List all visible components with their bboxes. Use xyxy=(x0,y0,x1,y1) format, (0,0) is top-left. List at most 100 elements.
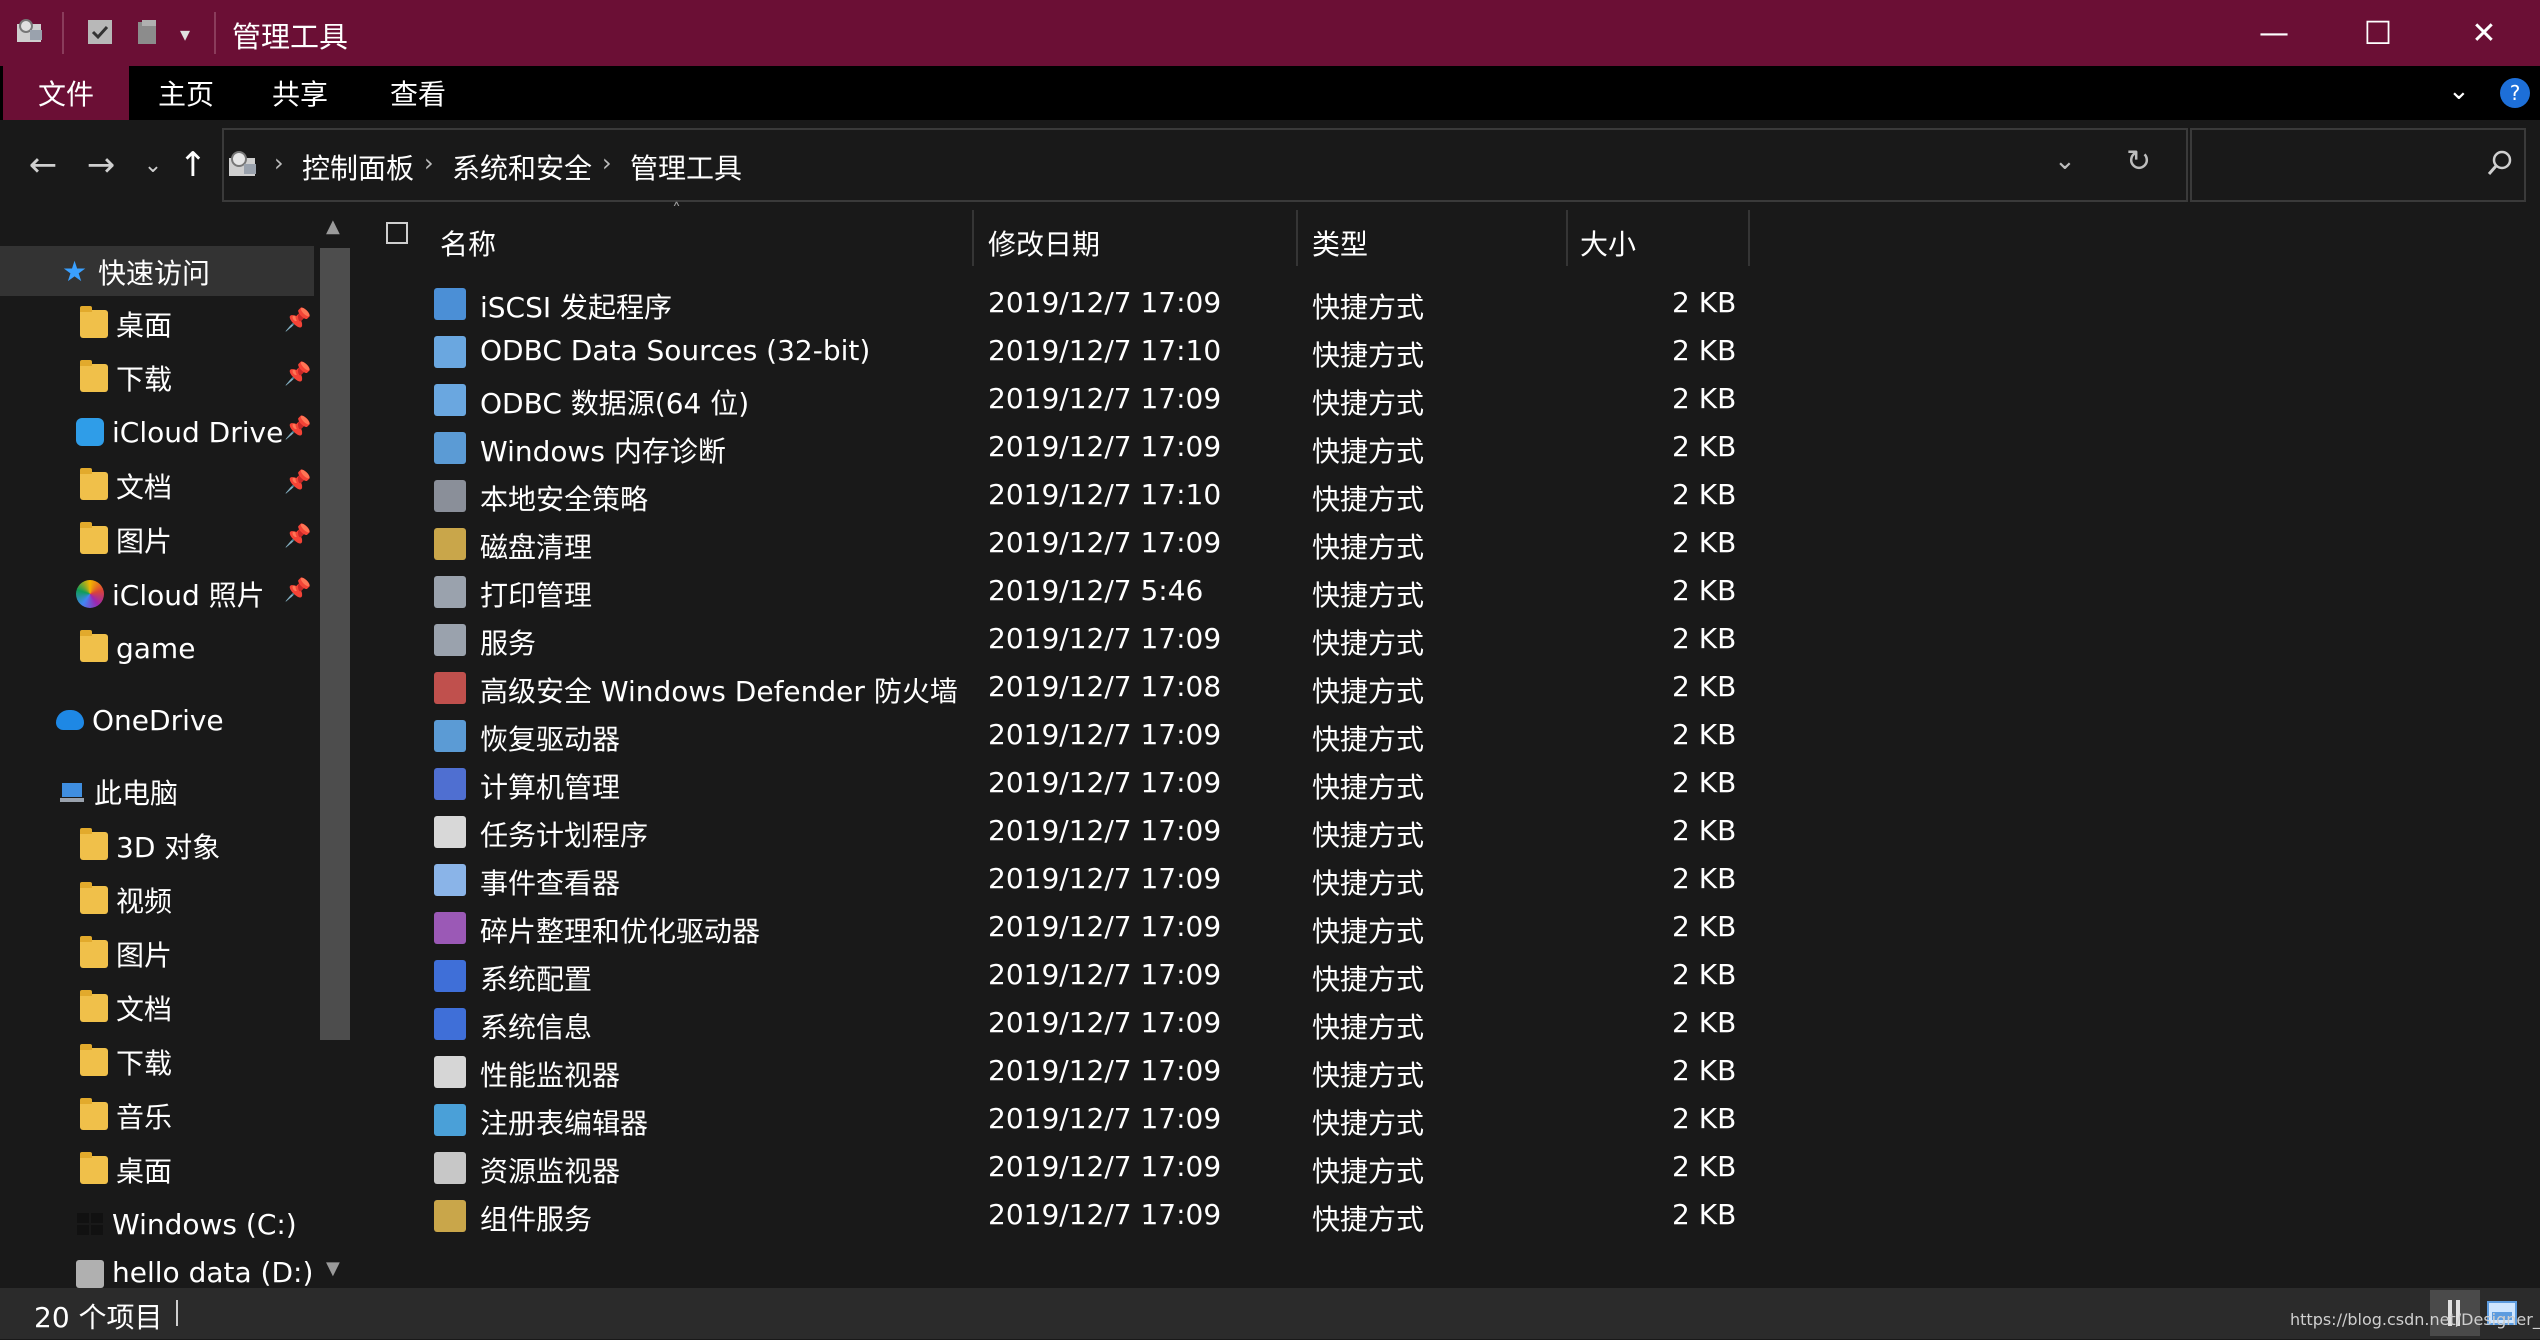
column-header-type[interactable]: 类型 xyxy=(1312,218,1562,268)
file-row[interactable]: 碎片整理和优化驱动器 2019/12/7 17:09 快捷方式 2 KB xyxy=(420,904,1750,952)
maximize-button[interactable]: ☐ xyxy=(2326,0,2430,66)
expand-ribbon-chevron-icon[interactable]: ⌄ xyxy=(2448,76,2470,106)
file-modified: 2019/12/7 17:09 xyxy=(988,958,1222,991)
file-type: 快捷方式 xyxy=(1312,723,1425,756)
search-box[interactable] xyxy=(2190,128,2526,202)
file-size: 2 KB xyxy=(1672,478,1737,511)
file-size: 2 KB xyxy=(1672,718,1737,751)
column-divider[interactable] xyxy=(972,210,974,266)
clock-icon xyxy=(434,816,466,848)
nav-item-pictures-pc[interactable]: 图片 xyxy=(80,928,172,980)
file-type: 快捷方式 xyxy=(1312,627,1425,660)
select-all-checkbox[interactable] xyxy=(386,222,408,244)
nav-item-documents[interactable]: 文档 xyxy=(80,460,172,512)
file-row[interactable]: 系统配置 2019/12/7 17:09 快捷方式 2 KB xyxy=(420,952,1750,1000)
file-row[interactable]: 本地安全策略 2019/12/7 17:10 快捷方式 2 KB xyxy=(420,472,1750,520)
file-row[interactable]: 事件查看器 2019/12/7 17:09 快捷方式 2 KB xyxy=(420,856,1750,904)
file-name: iSCSI 发起程序 xyxy=(480,291,673,324)
column-divider[interactable] xyxy=(1566,210,1568,266)
help-button[interactable]: ? xyxy=(2500,78,2530,108)
nav-item-game[interactable]: game xyxy=(80,622,195,674)
file-row[interactable]: 打印管理 2019/12/7 5:46 快捷方式 2 KB xyxy=(420,568,1750,616)
file-type: 快捷方式 xyxy=(1312,915,1425,948)
pin-icon[interactable]: 📌 xyxy=(284,362,311,387)
nav-item-desktop[interactable]: 桌面 xyxy=(80,298,172,350)
pin-icon[interactable]: 📌 xyxy=(284,470,311,495)
folder-icon xyxy=(80,936,108,968)
control-panel-location-icon xyxy=(226,148,260,182)
customize-toolbar-chevron-icon[interactable]: ▾ xyxy=(180,22,190,46)
nav-item-downloads[interactable]: 下载 xyxy=(80,352,172,404)
system-info-icon xyxy=(434,1008,466,1040)
arrow-left-icon: ← xyxy=(28,145,58,185)
maximize-icon: ☐ xyxy=(2363,14,2393,52)
file-size: 2 KB xyxy=(1672,286,1737,319)
minimize-button[interactable]: — xyxy=(2222,0,2326,66)
pin-icon[interactable]: 📌 xyxy=(284,524,311,549)
watermark-text: https://blog.csdn.net/Designer_2u xyxy=(2290,1310,2540,1329)
scroll-up-arrow-icon[interactable]: ▲ xyxy=(326,216,340,237)
nav-item-label: 桌面 xyxy=(116,1155,173,1188)
pin-icon[interactable]: 📌 xyxy=(284,578,311,603)
file-size: 2 KB xyxy=(1672,958,1737,991)
nav-item-music[interactable]: 音乐 xyxy=(80,1090,172,1142)
nav-item-documents-pc[interactable]: 文档 xyxy=(80,982,172,1034)
up-button[interactable]: ↑ xyxy=(168,138,218,192)
file-row[interactable]: Windows 内存诊断 2019/12/7 17:09 快捷方式 2 KB xyxy=(420,424,1750,472)
nav-quick-access[interactable]: ★ 快速访问 xyxy=(62,246,210,298)
tab-home[interactable]: 主页 xyxy=(136,66,236,120)
file-row[interactable]: 恢复驱动器 2019/12/7 17:09 快捷方式 2 KB xyxy=(420,712,1750,760)
file-row[interactable]: 高级安全 Windows Defender 防火墙 2019/12/7 17:08… xyxy=(420,664,1750,712)
close-button[interactable]: ✕ xyxy=(2432,0,2536,66)
forward-button[interactable]: → xyxy=(76,138,126,192)
file-row[interactable]: ODBC Data Sources (32-bit) 2019/12/7 17:1… xyxy=(420,328,1750,376)
pin-icon[interactable]: 📌 xyxy=(284,416,311,441)
file-row[interactable]: 服务 2019/12/7 17:09 快捷方式 2 KB xyxy=(420,616,1750,664)
address-history-chevron-icon[interactable]: ⌄ xyxy=(2054,146,2076,176)
nav-item-icloud-photos[interactable]: iCloud 照片 xyxy=(76,568,265,620)
file-row[interactable]: 任务计划程序 2019/12/7 17:09 快捷方式 2 KB xyxy=(420,808,1750,856)
file-row[interactable]: iSCSI 发起程序 2019/12/7 17:09 快捷方式 2 KB xyxy=(420,280,1750,328)
file-row[interactable]: 磁盘清理 2019/12/7 17:09 快捷方式 2 KB xyxy=(420,520,1750,568)
nav-item-icloud-drive[interactable]: iCloud Drive xyxy=(76,406,283,458)
column-divider[interactable] xyxy=(1748,210,1750,266)
column-header-name[interactable]: 名称 xyxy=(440,218,970,268)
file-row[interactable]: 组件服务 2019/12/7 17:09 快捷方式 2 KB xyxy=(420,1192,1750,1240)
tab-view[interactable]: 查看 xyxy=(368,66,468,120)
disk-cleanup-icon xyxy=(434,528,466,560)
column-divider[interactable] xyxy=(1296,210,1298,266)
search-input[interactable] xyxy=(2200,142,2464,188)
nav-item-pictures[interactable]: 图片 xyxy=(80,514,172,566)
file-row[interactable]: 性能监视器 2019/12/7 17:09 快捷方式 2 KB xyxy=(420,1048,1750,1096)
search-icon[interactable] xyxy=(2486,148,2516,178)
file-row[interactable]: 计算机管理 2019/12/7 17:09 快捷方式 2 KB xyxy=(420,760,1750,808)
scroll-down-arrow-icon[interactable]: ▼ xyxy=(326,1258,340,1279)
column-header-modified[interactable]: 修改日期 xyxy=(988,218,1288,268)
nav-this-pc[interactable]: 此电脑 xyxy=(58,766,178,818)
file-row[interactable]: ODBC 数据源(64 位) 2019/12/7 17:09 快捷方式 2 KB xyxy=(420,376,1750,424)
star-icon: ★ xyxy=(62,255,88,288)
file-row[interactable]: 资源监视器 2019/12/7 17:09 快捷方式 2 KB xyxy=(420,1144,1750,1192)
back-button[interactable]: ← xyxy=(18,138,68,192)
nav-scrollbar-thumb[interactable] xyxy=(320,248,350,1040)
new-folder-icon[interactable] xyxy=(132,16,164,48)
nav-item-downloads-pc[interactable]: 下载 xyxy=(80,1036,172,1088)
file-row[interactable]: 系统信息 2019/12/7 17:09 快捷方式 2 KB xyxy=(420,1000,1750,1048)
breadcrumb-control-panel[interactable]: 控制面板 xyxy=(302,147,414,187)
nav-item-videos[interactable]: 视频 xyxy=(80,874,172,926)
properties-icon[interactable] xyxy=(84,16,116,48)
tab-file[interactable]: 文件 xyxy=(3,66,129,120)
control-panel-icon[interactable] xyxy=(14,16,46,48)
nav-onedrive[interactable]: OneDrive xyxy=(56,694,224,746)
nav-item-drive-d[interactable]: hello data (D:) xyxy=(76,1252,313,1288)
tab-share[interactable]: 共享 xyxy=(250,66,350,120)
nav-item-3d-objects[interactable]: 3D 对象 xyxy=(80,820,220,872)
column-header-size[interactable]: 大小 xyxy=(1580,218,1740,268)
nav-item-desktop-pc[interactable]: 桌面 xyxy=(80,1144,172,1196)
breadcrumb-system-security[interactable]: 系统和安全 xyxy=(452,147,592,187)
pin-icon[interactable]: 📌 xyxy=(284,308,311,333)
file-row[interactable]: 注册表编辑器 2019/12/7 17:09 快捷方式 2 KB xyxy=(420,1096,1750,1144)
refresh-icon[interactable]: ↻ xyxy=(2126,144,2151,179)
nav-item-drive-c[interactable]: Windows (C:) xyxy=(76,1198,297,1250)
breadcrumb-admin-tools[interactable]: 管理工具 xyxy=(630,147,742,187)
